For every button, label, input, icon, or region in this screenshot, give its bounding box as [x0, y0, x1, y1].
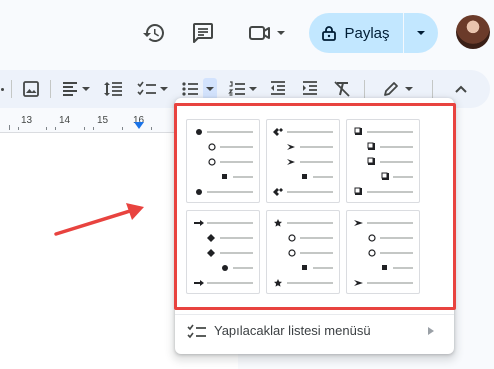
chevron-down-icon — [277, 31, 285, 35]
bulleted-list-menu-button[interactable] — [203, 78, 217, 100]
ruler-tick — [151, 127, 152, 130]
toolbar-divider — [432, 80, 433, 98]
chevron-down-icon — [159, 87, 168, 91]
align-left-icon — [62, 82, 77, 96]
comment-icon — [193, 23, 213, 43]
ruler-label: 13 — [21, 115, 33, 126]
ruler-tick — [55, 127, 56, 130]
ruler-label: 14 — [59, 115, 71, 126]
avatar[interactable] — [456, 15, 490, 49]
align-button[interactable] — [58, 78, 92, 100]
bulleted-list-icon — [182, 82, 198, 96]
annotation-highlight-box — [174, 103, 456, 310]
share-main[interactable]: Paylaş — [309, 13, 403, 53]
insert-image-button[interactable] — [20, 78, 42, 100]
submenu-arrow-icon — [428, 327, 434, 335]
chevron-up-icon — [455, 85, 467, 93]
ruler-label: 15 — [97, 115, 109, 126]
numbered-list-button[interactable] — [224, 78, 260, 100]
ruler-tick — [122, 127, 123, 130]
checklist-icon — [187, 324, 206, 339]
checklist-menu-item[interactable]: Yapılacaklar listesi menüsü — [175, 318, 454, 346]
share-divider — [403, 13, 404, 53]
lock-icon — [322, 26, 337, 41]
numbered-list-icon — [227, 81, 245, 96]
toolbar-divider — [11, 80, 12, 98]
chevron-down-icon — [206, 87, 214, 91]
toolbar-divider — [50, 80, 51, 98]
toolbar-overflow-fragment — [0, 78, 6, 100]
line-spacing-button[interactable] — [100, 78, 126, 100]
ruler-tick — [84, 127, 85, 130]
chevron-down-icon — [81, 87, 90, 91]
increase-indent-icon — [303, 81, 317, 95]
share-label: Paylaş — [344, 24, 390, 42]
bulleted-list-button[interactable] — [178, 78, 202, 100]
history-icon — [143, 24, 164, 42]
share-options-button[interactable] — [404, 13, 438, 53]
image-icon — [23, 81, 39, 97]
meet-button[interactable] — [240, 16, 292, 50]
ruler-tick — [18, 127, 19, 130]
indent-marker[interactable] — [134, 122, 144, 129]
docs-header: Paylaş — [0, 0, 494, 68]
decrease-indent-icon — [271, 81, 285, 95]
hide-menus-button[interactable] — [450, 78, 472, 100]
ruler-tick — [9, 125, 10, 130]
clear-formatting-button[interactable] — [330, 78, 354, 100]
menu-divider — [175, 314, 454, 315]
line-spacing-icon — [104, 82, 122, 96]
annotation-arrow-icon — [54, 203, 144, 236]
chevron-down-icon — [417, 31, 425, 35]
editing-mode-button[interactable] — [378, 78, 418, 100]
chevron-down-icon — [248, 87, 257, 91]
comments-button[interactable] — [186, 16, 220, 50]
checklist-button[interactable] — [134, 78, 170, 100]
ruler-tick — [93, 127, 94, 130]
version-history-button[interactable] — [137, 16, 171, 50]
ruler-tick — [46, 127, 47, 130]
checklist-icon — [136, 81, 156, 96]
video-camera-icon — [249, 26, 270, 40]
pencil-icon — [384, 82, 398, 96]
share-button[interactable]: Paylaş — [309, 13, 438, 53]
checklist-menu-label: Yapılacaklar listesi menüsü — [214, 323, 371, 338]
chevron-down-icon — [405, 87, 413, 91]
clear-formatting-icon — [334, 81, 350, 97]
toolbar-divider — [364, 80, 365, 98]
decrease-indent-button[interactable] — [266, 78, 290, 100]
increase-indent-button[interactable] — [298, 78, 322, 100]
